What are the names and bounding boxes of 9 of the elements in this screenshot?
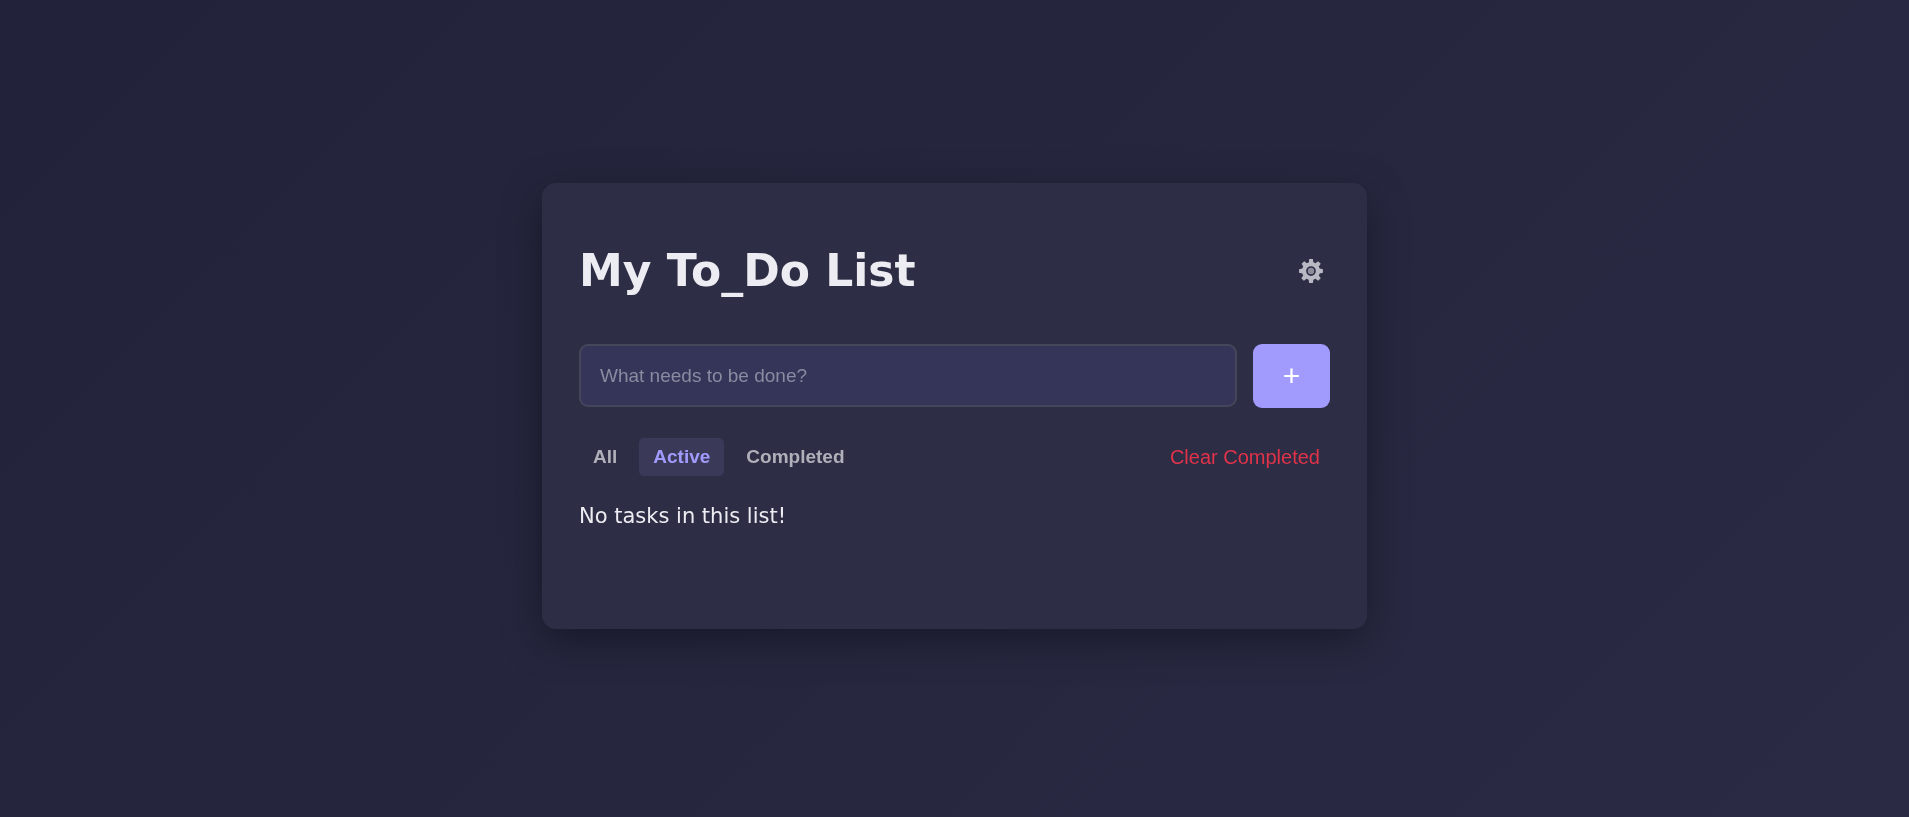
empty-message: No tasks in this list! (579, 504, 788, 528)
filter-tab[interactable]: All (579, 438, 632, 476)
filter-tab[interactable]: Active (639, 438, 725, 476)
add-button[interactable]: + (1253, 344, 1330, 408)
clear-completed-button[interactable]: Clear Completed (1159, 439, 1330, 475)
filter-tab[interactable]: Completed (732, 438, 859, 476)
settings-icon[interactable] (1298, 257, 1324, 284)
app-title: My To_Do List (579, 245, 916, 296)
task-input-field[interactable]: What needs to be done? (579, 344, 1237, 407)
